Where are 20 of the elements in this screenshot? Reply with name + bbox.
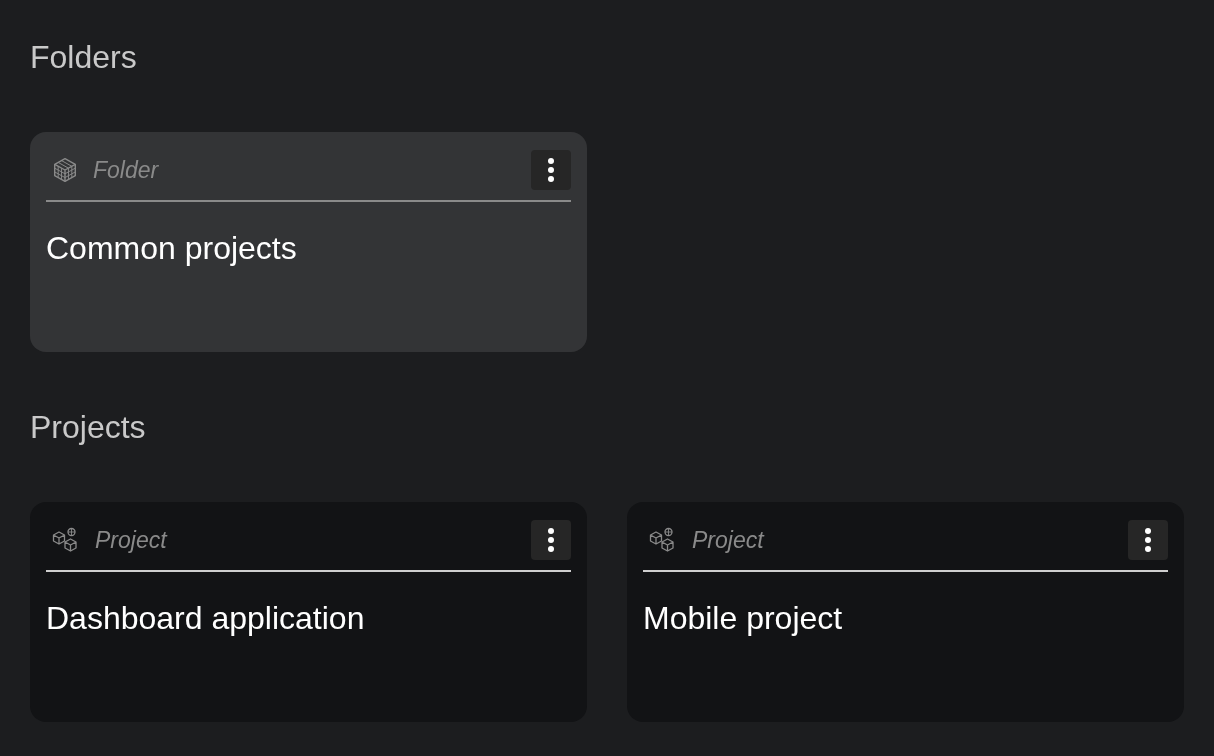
- section-heading: Folders: [30, 38, 137, 77]
- cube-icon: [52, 157, 78, 183]
- more-icon: [548, 158, 554, 182]
- type-label: Project: [95, 526, 167, 554]
- more-icon: [548, 528, 554, 552]
- project-card[interactable]: Project Dashboard application: [30, 502, 587, 722]
- type-label: Folder: [93, 156, 159, 184]
- card-title: Mobile project: [643, 599, 843, 637]
- project-card[interactable]: Project Mobile project: [627, 502, 1184, 722]
- card-title: Dashboard application: [46, 599, 365, 637]
- section-heading: Projects: [30, 408, 146, 447]
- more-button[interactable]: [531, 520, 571, 560]
- more-button[interactable]: [1128, 520, 1168, 560]
- folder-card[interactable]: Folder Common projects: [30, 132, 587, 352]
- type-label: Project: [692, 526, 764, 554]
- card-title: Common projects: [46, 229, 297, 267]
- more-icon: [1145, 528, 1151, 552]
- cubes-icon: [649, 527, 677, 553]
- more-button[interactable]: [531, 150, 571, 190]
- cubes-icon: [52, 527, 80, 553]
